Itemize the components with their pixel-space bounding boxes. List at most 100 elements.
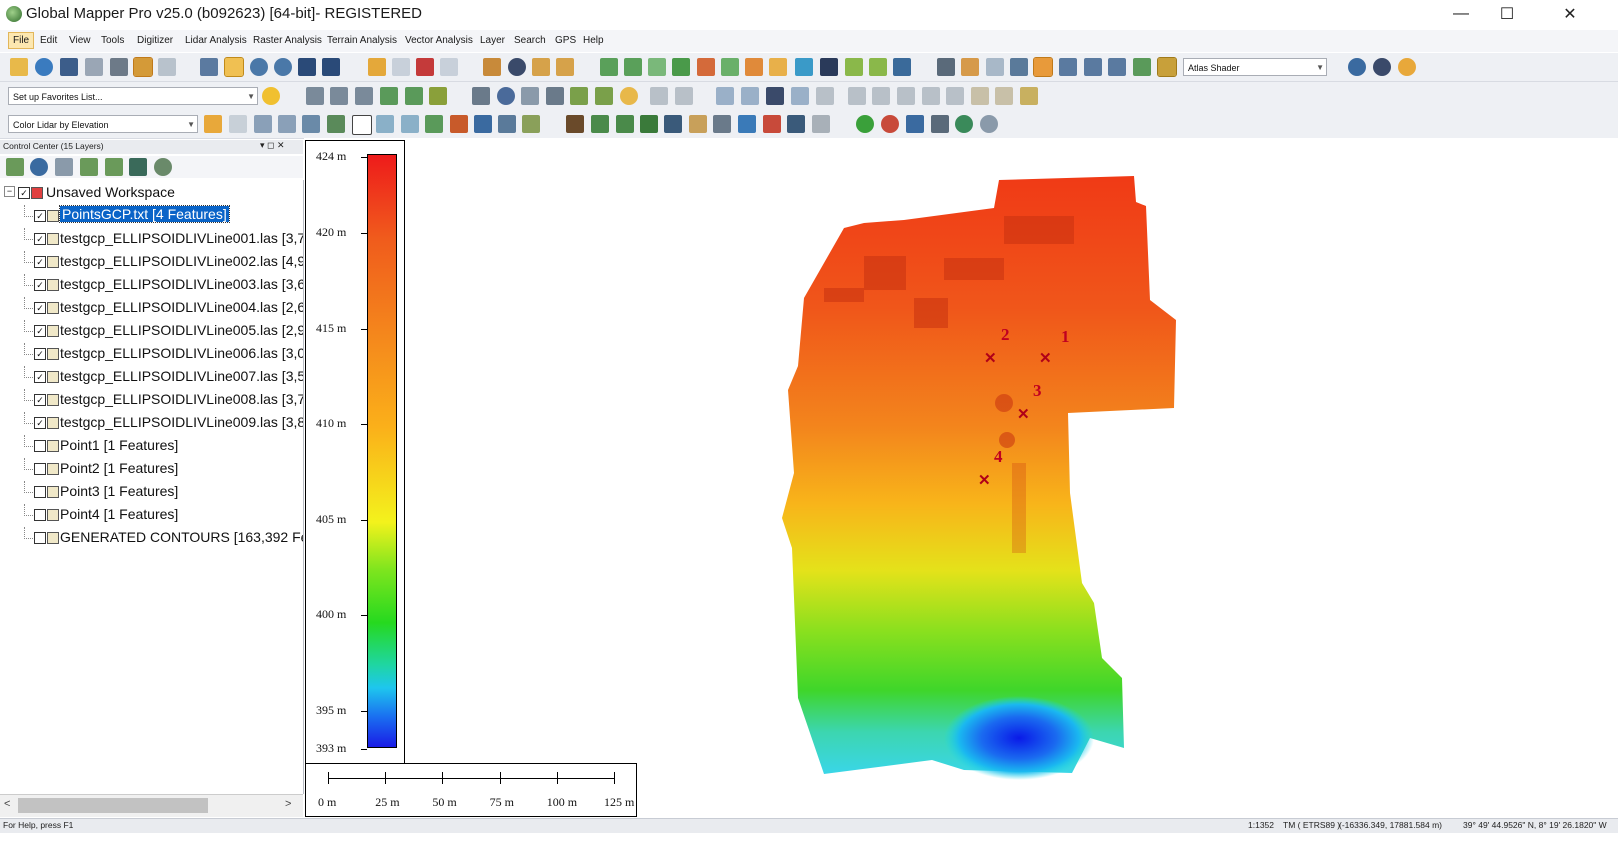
menu-lidar-analysis[interactable]: Lidar Analysis <box>181 34 251 47</box>
move-icon[interactable] <box>716 87 734 105</box>
layer-checkbox[interactable]: ✓ <box>34 210 46 222</box>
print-icon[interactable] <box>85 58 103 76</box>
measure-icon[interactable] <box>483 58 501 76</box>
lidar-points-icon[interactable] <box>229 115 247 133</box>
lidar-edit-icon[interactable] <box>327 115 345 133</box>
filter-icon[interactable] <box>204 115 222 133</box>
key-icon[interactable] <box>787 115 805 133</box>
mountain-peak-icon[interactable] <box>566 115 584 133</box>
snap-icon[interactable] <box>546 87 564 105</box>
zoom-in-icon[interactable] <box>250 58 268 76</box>
digitize-line-icon[interactable] <box>306 87 324 105</box>
gcp-marker-2[interactable]: ✕ <box>984 349 997 367</box>
atlas-shader-icon[interactable] <box>1157 57 1177 77</box>
sun-icon[interactable] <box>769 58 787 76</box>
layer-checkbox[interactable]: ✓ <box>34 394 46 406</box>
layer-checkbox[interactable] <box>34 509 46 521</box>
buffer-icon[interactable] <box>620 87 638 105</box>
lidar-color-select[interactable]: Color Lidar by Elevation ▼ <box>8 115 198 133</box>
contrast-icon[interactable] <box>1084 58 1102 76</box>
layer-stack-icon[interactable] <box>133 57 153 77</box>
lidar-layer-icon[interactable] <box>450 115 468 133</box>
digitize-arc-icon[interactable] <box>355 87 373 105</box>
close-button[interactable]: ✕ <box>1530 0 1610 28</box>
online-layer-icon[interactable] <box>30 158 48 176</box>
hill-icon[interactable] <box>721 58 739 76</box>
close-layer-icon[interactable] <box>154 158 172 176</box>
collapse-toggle-icon[interactable]: − <box>4 186 15 197</box>
maximize-button[interactable]: ☐ <box>1484 0 1530 28</box>
layer-checkbox[interactable] <box>34 486 46 498</box>
table-icon[interactable] <box>55 158 73 176</box>
shader-toggle-icon[interactable] <box>1033 57 1053 77</box>
pencil-icon[interactable] <box>368 58 386 76</box>
reshape-icon[interactable] <box>595 87 613 105</box>
map-view[interactable]: 2 ✕ 1 ✕ 3 ✕ 4 ✕ <box>304 138 1618 816</box>
layer-checkbox[interactable]: ✓ <box>34 325 46 337</box>
lidar-vegetation-icon[interactable] <box>425 115 443 133</box>
layer-options-icon[interactable] <box>80 158 98 176</box>
grass-icon[interactable] <box>591 115 609 133</box>
grid-icon[interactable] <box>521 87 539 105</box>
zoom-select-icon[interactable] <box>200 58 218 76</box>
lidar-stats-icon[interactable] <box>812 115 830 133</box>
magic-wand-icon[interactable] <box>961 58 979 76</box>
moon-icon[interactable] <box>1398 58 1416 76</box>
menu-gps[interactable]: GPS <box>551 34 580 47</box>
gradient-icon[interactable] <box>697 58 715 76</box>
layer-checkbox[interactable] <box>34 532 46 544</box>
delete-icon[interactable] <box>416 58 434 76</box>
edit-vertex-icon[interactable] <box>570 87 588 105</box>
crop-icon[interactable] <box>971 87 989 105</box>
merge-icon[interactable] <box>946 87 964 105</box>
minimize-button[interactable]: — <box>1438 0 1484 28</box>
online-data-icon[interactable] <box>1348 58 1366 76</box>
lidar-classes-icon[interactable] <box>474 115 492 133</box>
overview-icon[interactable] <box>158 58 176 76</box>
layer-checkbox[interactable]: ✓ <box>34 279 46 291</box>
light-direction-icon[interactable] <box>1108 58 1126 76</box>
tree-horizontal-scrollbar[interactable]: < > <box>0 794 303 817</box>
menu-tools[interactable]: Tools <box>97 34 128 47</box>
digitize-freehand-icon[interactable] <box>429 87 447 105</box>
pan-hand-icon[interactable] <box>224 57 244 77</box>
rotate-icon[interactable] <box>741 87 759 105</box>
record-icon[interactable] <box>906 115 924 133</box>
back-arrow-icon[interactable] <box>298 58 316 76</box>
layer-checkbox[interactable]: ✓ <box>34 348 46 360</box>
terrain-texture-icon[interactable] <box>1133 58 1151 76</box>
water-drop-icon[interactable] <box>738 115 756 133</box>
star-favorite-icon[interactable] <box>262 87 280 105</box>
layer-checkbox[interactable]: ✓ <box>34 302 46 314</box>
lidar-paint-icon[interactable] <box>522 115 540 133</box>
add-point-icon[interactable] <box>955 115 973 133</box>
scrollbar-thumb[interactable] <box>18 798 208 813</box>
layer-checkbox[interactable]: ✓ <box>34 417 46 429</box>
edit-terrain-icon[interactable] <box>845 58 863 76</box>
digitize-curve-icon[interactable] <box>330 87 348 105</box>
delete-vertex-icon[interactable] <box>816 87 834 105</box>
menu-search[interactable]: Search <box>510 34 550 47</box>
split-view-icon[interactable] <box>986 58 1004 76</box>
home-icon[interactable] <box>322 58 340 76</box>
menu-layer[interactable]: Layer <box>476 34 509 47</box>
house-icon[interactable] <box>893 58 911 76</box>
menu-edit[interactable]: Edit <box>36 34 61 47</box>
mountain-icon[interactable] <box>672 58 690 76</box>
attributes-icon[interactable] <box>440 58 458 76</box>
select-icon[interactable] <box>392 58 410 76</box>
favorites-select[interactable]: Set up Favorites List... ▼ <box>8 87 258 105</box>
terrain-slope-icon[interactable] <box>648 58 666 76</box>
paint-terrain-icon[interactable] <box>869 58 887 76</box>
lidar-search-icon[interactable] <box>278 115 296 133</box>
gcp-marker-4[interactable]: ✕ <box>978 471 991 489</box>
digitize-area-icon[interactable] <box>380 87 398 105</box>
wrench-icon[interactable] <box>110 58 128 76</box>
stop-icon[interactable] <box>881 115 899 133</box>
shader-select[interactable]: Atlas Shader ▼ <box>1183 58 1327 76</box>
save-icon[interactable] <box>60 58 78 76</box>
scroll-right-icon[interactable]: > <box>285 798 291 810</box>
animate-icon[interactable] <box>931 115 949 133</box>
contour-icon[interactable] <box>745 58 763 76</box>
noise-icon[interactable] <box>763 115 781 133</box>
